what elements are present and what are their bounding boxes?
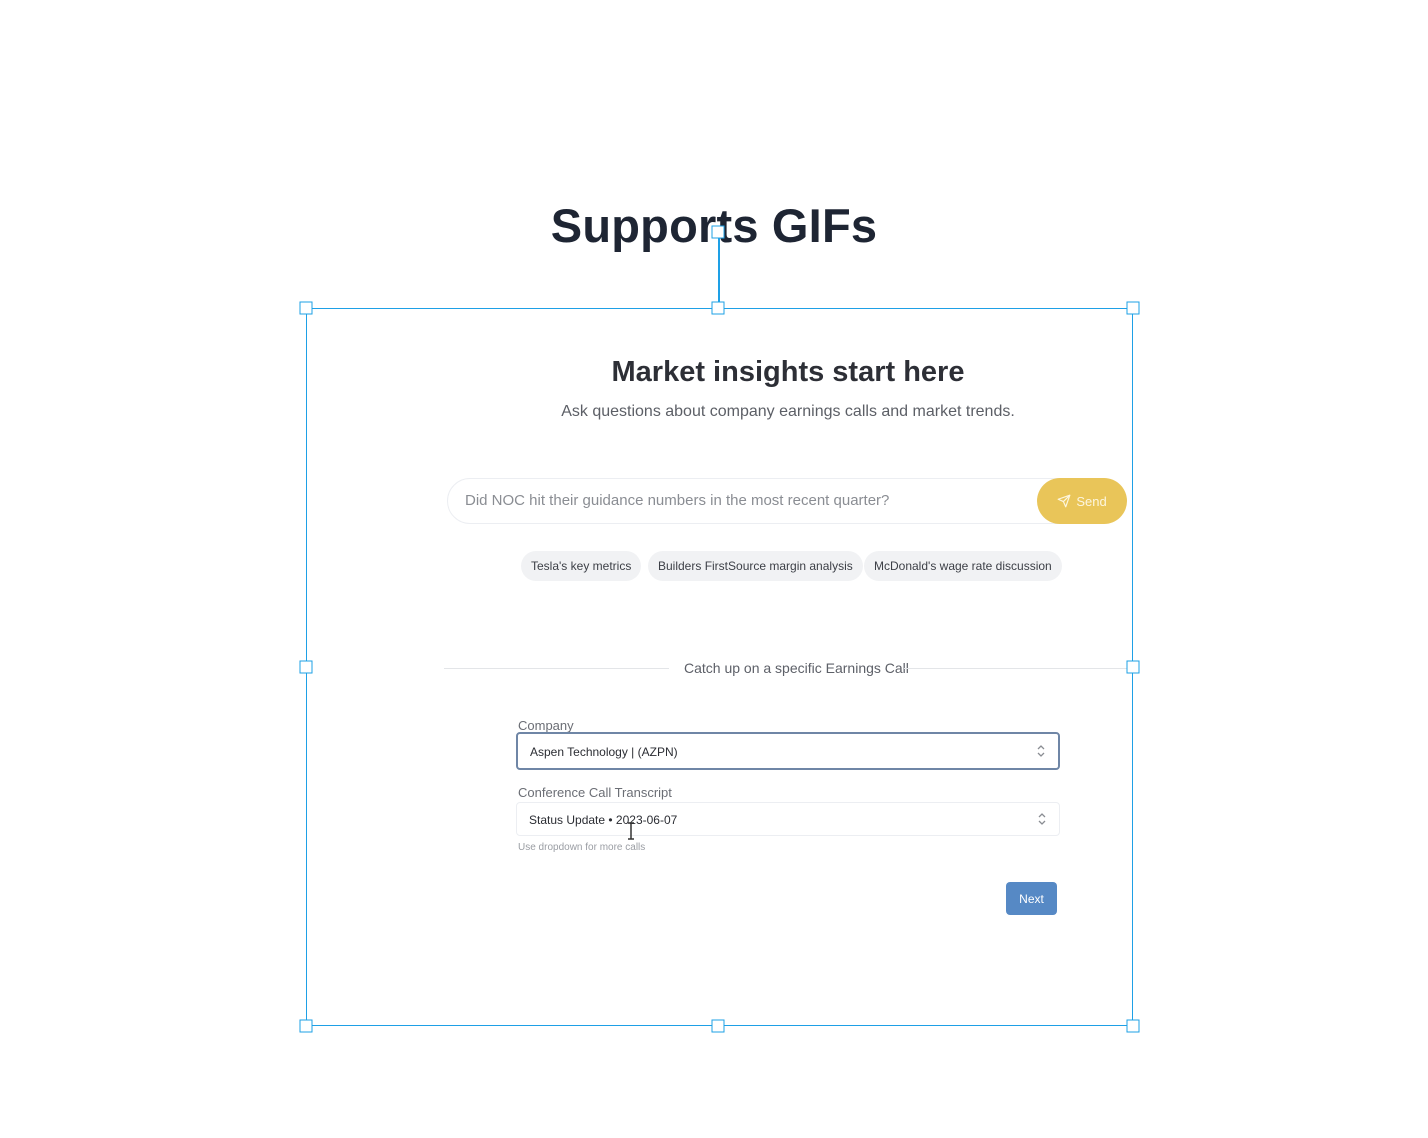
rotate-handle-line <box>718 232 720 308</box>
resize-handle-right[interactable] <box>1126 660 1140 674</box>
rotate-handle[interactable] <box>711 225 725 239</box>
selection-frame[interactable] <box>306 308 1133 1026</box>
resize-handle-top-right[interactable] <box>1126 301 1140 315</box>
resize-handle-bottom-right[interactable] <box>1126 1019 1140 1033</box>
resize-handle-left[interactable] <box>299 660 313 674</box>
resize-handle-top-left[interactable] <box>299 301 313 315</box>
resize-handle-bottom[interactable] <box>711 1019 725 1033</box>
resize-handle-bottom-left[interactable] <box>299 1019 313 1033</box>
resize-handle-top[interactable] <box>711 301 725 315</box>
